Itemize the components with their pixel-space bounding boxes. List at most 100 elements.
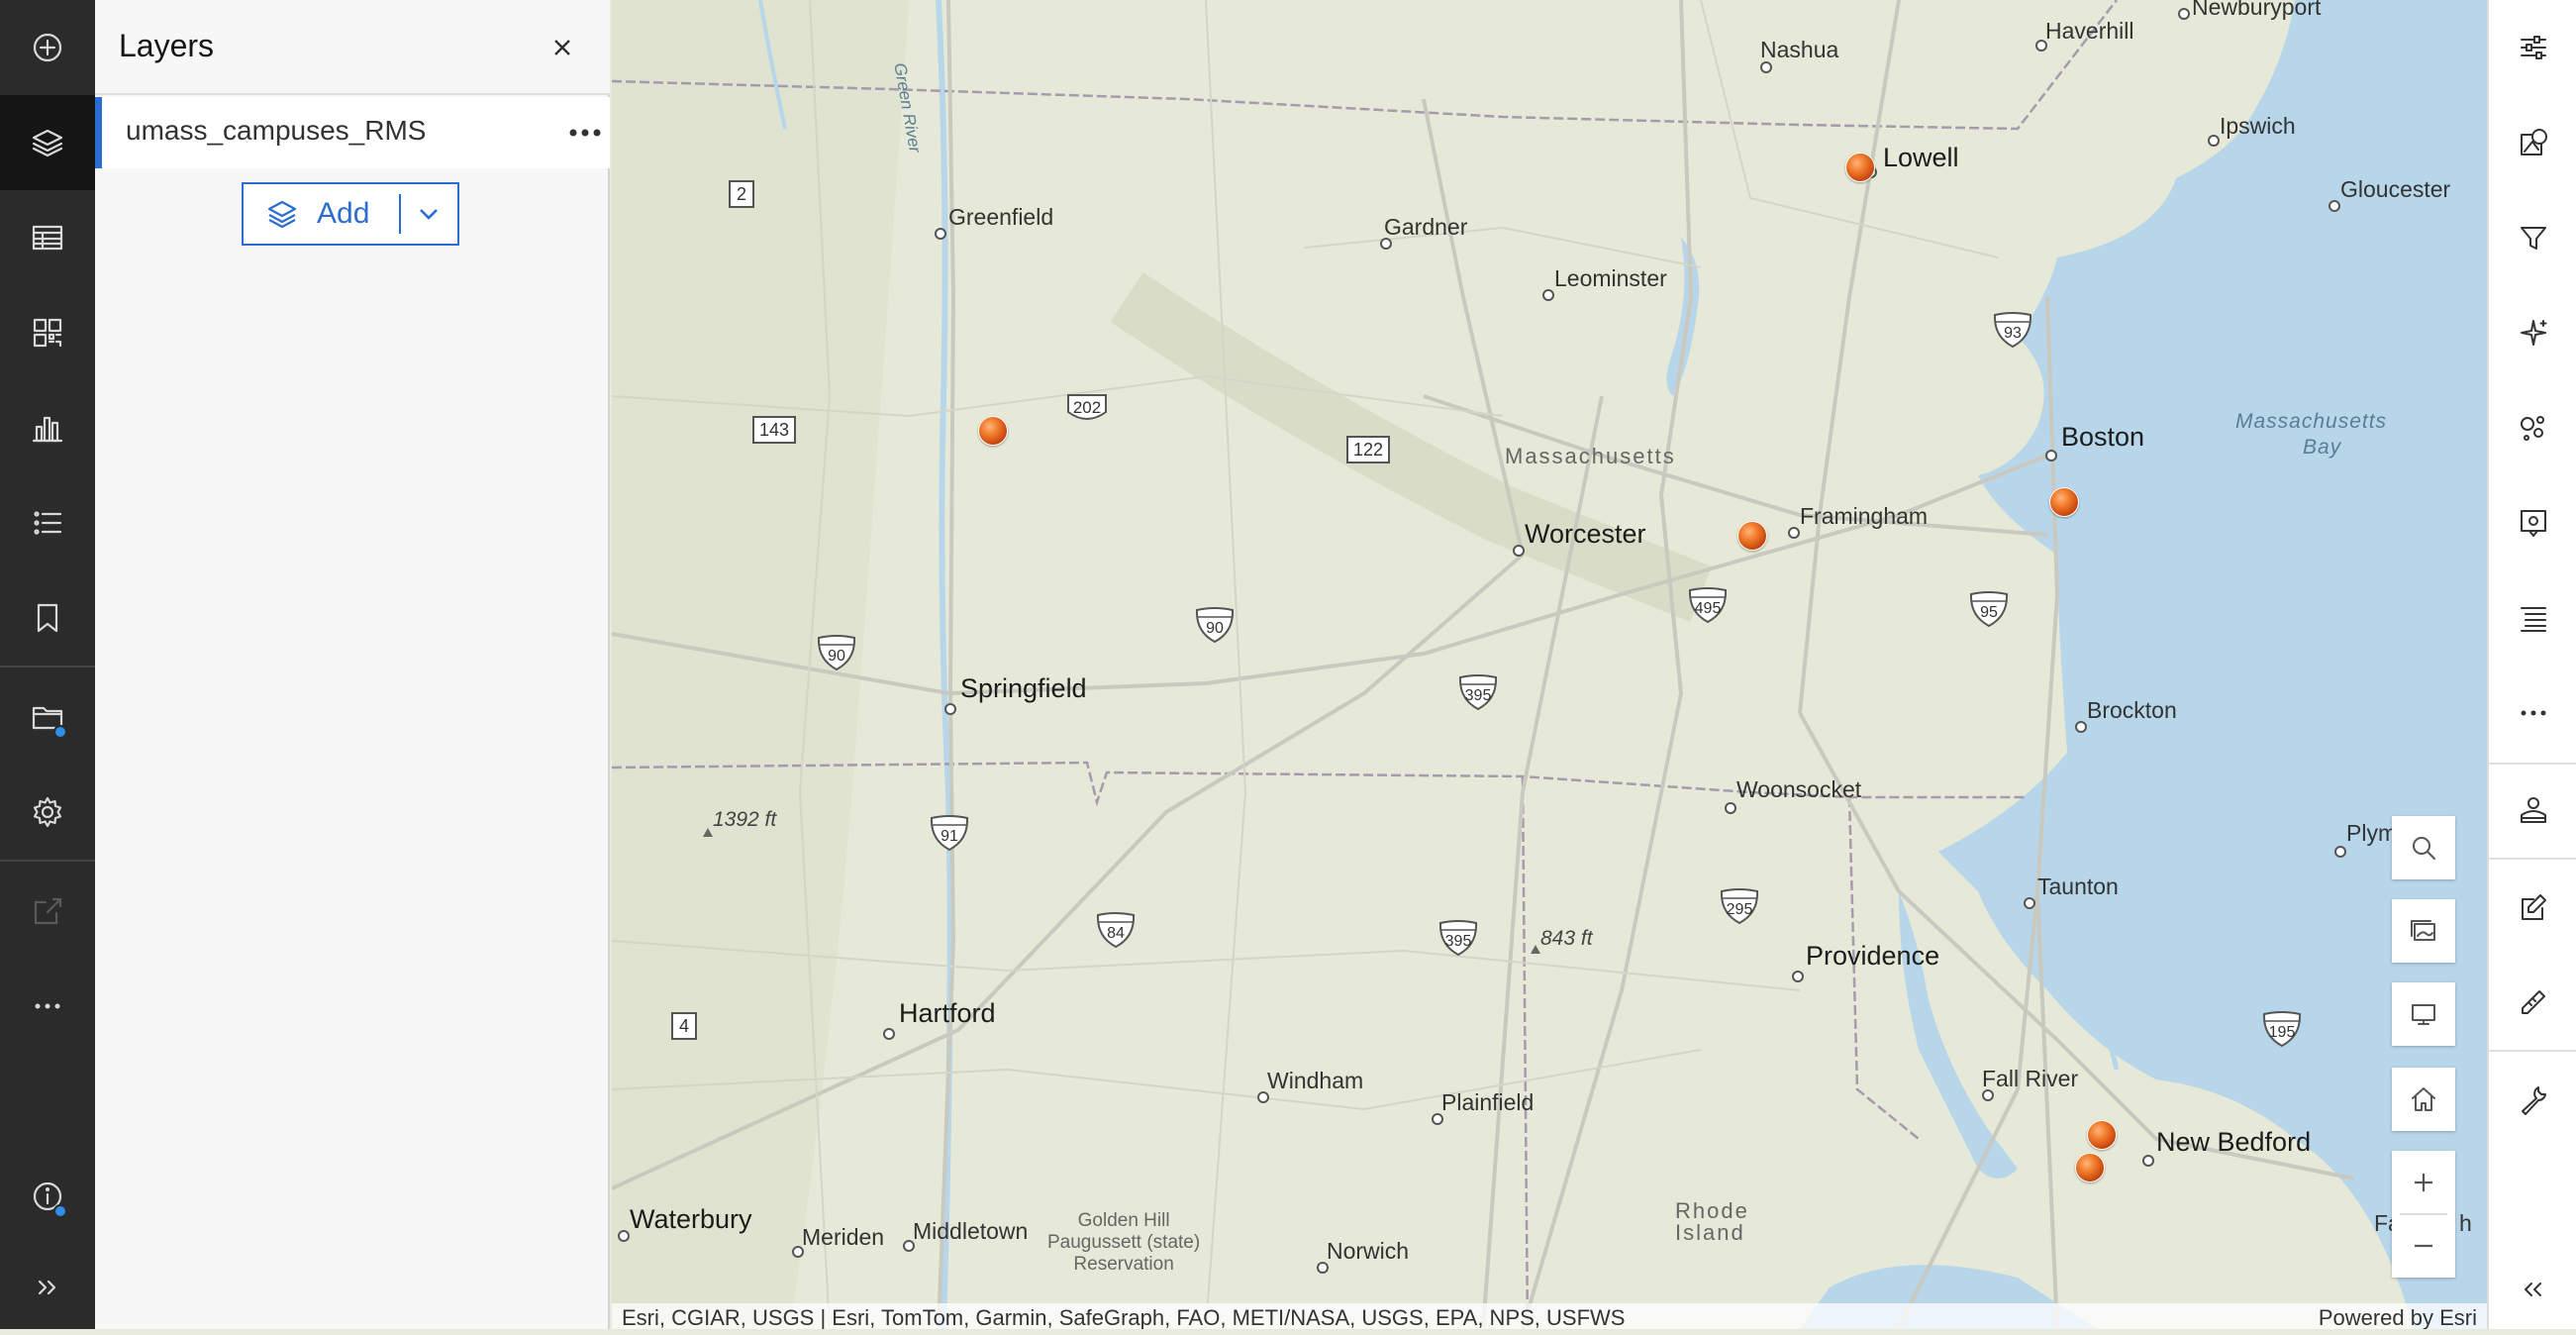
interstate-shield: 93 [1992, 311, 2033, 349]
reserve-label-line: Golden Hill [1077, 1210, 1170, 1231]
fields-button[interactable] [2489, 572, 2576, 664]
city-marker [2142, 1155, 2154, 1167]
route-number: 95 [1980, 604, 1998, 621]
pop-ups-button[interactable] [2489, 477, 2576, 568]
layer-options-button[interactable] [563, 111, 607, 154]
tables-button[interactable] [0, 190, 95, 285]
peak-marker [1531, 945, 1540, 954]
styles-icon [2521, 129, 2547, 155]
styles-button[interactable] [2489, 97, 2576, 188]
close-panel-button[interactable] [543, 28, 582, 67]
present-button[interactable] [2392, 982, 2455, 1046]
city-label-leominster: Leominster [1554, 265, 1667, 291]
powered-by-esri[interactable]: Powered by Esri [2319, 1305, 2477, 1329]
properties-button[interactable] [2489, 2, 2576, 93]
save-button[interactable] [0, 669, 95, 765]
city-label-brockton: Brockton [2087, 697, 2177, 723]
share-button[interactable] [0, 864, 95, 959]
clustering-button[interactable] [2489, 382, 2576, 473]
gear-icon [33, 796, 62, 828]
city-label-new-bedford: New Bedford [2156, 1127, 2312, 1157]
interstate-shield: 395 [1457, 673, 1499, 711]
panel-header: Layers [95, 0, 610, 95]
city-label-waterbury: Waterbury [630, 1204, 752, 1234]
map-tools-button[interactable] [2489, 765, 2576, 856]
add-data-button[interactable] [0, 0, 95, 95]
basemap-button[interactable] [2392, 899, 2455, 963]
more-tools-button[interactable] [0, 959, 95, 1054]
campus-point-lowell[interactable] [1845, 153, 1875, 182]
filter-icon [2521, 227, 2546, 250]
route-number: 495 [1694, 600, 1722, 617]
route-number: 91 [941, 828, 958, 845]
measure-icon [2522, 990, 2545, 1014]
interstate-shield: 84 [1095, 911, 1137, 949]
sketch-button[interactable] [2489, 862, 2576, 953]
settings-button[interactable] [0, 765, 95, 860]
interstate-shield: 90 [1194, 606, 1236, 644]
search-icon [2413, 837, 2435, 860]
notification-dot [53, 1204, 67, 1218]
route-shield: 2 [729, 180, 754, 208]
charts-button[interactable] [0, 380, 95, 475]
measure-button[interactable] [2489, 957, 2576, 1048]
legend-button[interactable] [0, 475, 95, 570]
city-label-hartford: Hartford [899, 998, 996, 1028]
search-button[interactable] [2392, 816, 2455, 879]
city-label-gloucester: Gloucester [2340, 176, 2451, 202]
route-number: 195 [2268, 1024, 2296, 1041]
effects-button[interactable] [2489, 287, 2576, 378]
route-number: 84 [1107, 925, 1125, 942]
route-number: 90 [1206, 620, 1224, 637]
zoom-out-button[interactable] [2392, 1214, 2455, 1278]
us-route-shield: 202 [1065, 392, 1109, 426]
route-number: 295 [1726, 901, 1753, 918]
add-icon [33, 33, 62, 62]
add-layer-dropdown[interactable] [401, 184, 457, 244]
city-label-framingham: Framingham [1800, 503, 1929, 529]
campus-point-dartmouth[interactable] [2087, 1120, 2117, 1150]
city-marker [944, 703, 956, 715]
layers-add-icon [267, 200, 297, 229]
media-layer-button[interactable] [0, 285, 95, 380]
more-options-button[interactable] [2489, 668, 2576, 759]
expand-toolbar-button[interactable] [0, 1240, 95, 1335]
route-number: 395 [1464, 687, 1492, 704]
layers-button[interactable] [0, 95, 95, 190]
filter-button[interactable] [2489, 192, 2576, 283]
double-chevron-left-icon [2525, 1283, 2541, 1296]
route-number: 395 [1444, 933, 1472, 950]
left-toolbar [0, 0, 95, 1329]
city-label-woonsocket: Woonsocket [1736, 776, 1862, 802]
peak-marker [703, 828, 713, 837]
city-label-norwich: Norwich [1327, 1238, 1410, 1264]
city-label-fairhaven-tail: h [2459, 1210, 2472, 1236]
campus-point-amherst[interactable] [978, 416, 1008, 446]
attribution-text[interactable]: Esri, CGIAR, USGS | Esri, TomTom, Garmin… [622, 1305, 1625, 1329]
minus-icon [2415, 1244, 2432, 1248]
campus-point-boston[interactable] [2049, 487, 2079, 517]
city-marker [1788, 527, 1800, 539]
info-button[interactable] [0, 1149, 95, 1244]
campus-point-worcester[interactable] [1737, 521, 1767, 551]
tools-button[interactable] [2489, 1054, 2576, 1145]
toolbar-divider [2489, 1050, 2576, 1052]
reserve-label: Golden Hill Paugussett (state) Reservati… [1047, 1210, 1200, 1276]
campus-point-dartmouth-2[interactable] [2075, 1153, 2105, 1182]
right-toolbar [2487, 0, 2576, 1329]
city-label-fall-river: Fall River [1982, 1066, 2079, 1091]
zoom-in-button[interactable] [2392, 1151, 2455, 1214]
home-button[interactable] [2392, 1068, 2455, 1131]
collapse-toolbar-button[interactable] [2489, 1244, 2576, 1335]
sliders-icon [2521, 36, 2546, 59]
toolbar-divider [0, 860, 95, 862]
home-icon [2412, 1087, 2435, 1111]
map-view[interactable]: Massachusetts Rhode Island Massachusetts… [612, 0, 2487, 1329]
wrench-icon [2522, 1086, 2546, 1115]
add-layer-button[interactable]: Add [244, 184, 399, 244]
toolbar-divider [2489, 858, 2576, 860]
reserve-label-line: Reservation [1073, 1254, 1174, 1275]
interstate-shield: 90 [816, 634, 857, 671]
bookmarks-button[interactable] [0, 570, 95, 666]
layer-list-item[interactable]: umass_campuses_RMS [95, 97, 610, 168]
